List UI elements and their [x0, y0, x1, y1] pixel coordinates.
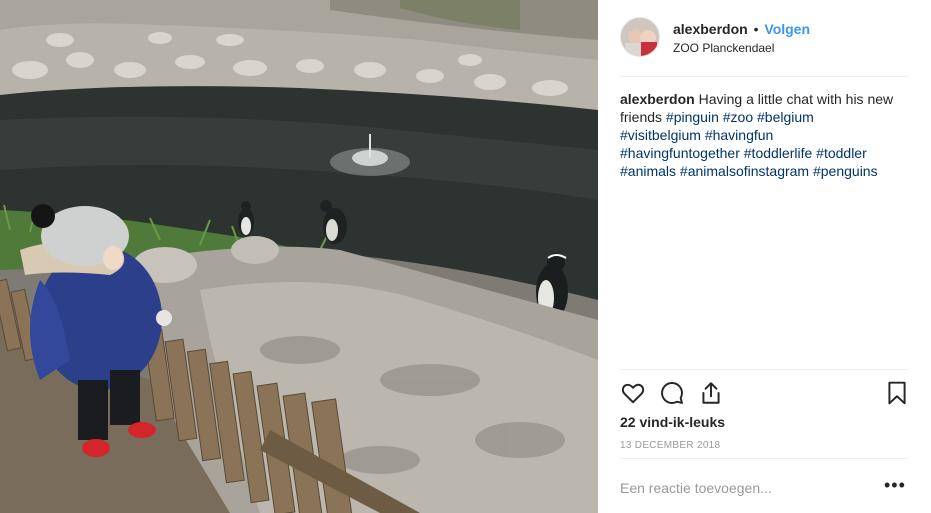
hashtag-link[interactable]: #belgium [757, 109, 814, 125]
hashtag-link[interactable]: #animalsofinstagram [680, 163, 809, 179]
hashtag-link[interactable]: #toddler [816, 145, 867, 161]
post-caption: alexberdon Having a little chat with his… [620, 90, 912, 180]
hashtag-link[interactable]: #zoo [723, 109, 753, 125]
post-header: alexberdon • Volgen ZOO Planckendael [620, 17, 908, 77]
comment-icon[interactable] [659, 380, 685, 406]
hashtag-link[interactable]: #havingfun [705, 127, 774, 143]
avatar[interactable] [620, 17, 660, 57]
more-options-button[interactable]: ••• [884, 476, 906, 494]
hashtag-link[interactable]: #pinguin [666, 109, 719, 125]
hashtag-link[interactable]: #visitbelgium [620, 127, 701, 143]
comment-input[interactable]: Een reactie toevoegen... [620, 480, 850, 496]
follow-button[interactable]: Volgen [764, 21, 810, 37]
bookmark-icon[interactable] [884, 380, 910, 406]
post-date: 13 DECEMBER 2018 [620, 440, 721, 451]
post-sidebar: alexberdon • Volgen ZOO Planckendael ale… [598, 0, 931, 513]
hashtag-link[interactable]: #penguins [813, 163, 878, 179]
location-link[interactable]: ZOO Planckendael [673, 41, 774, 55]
divider [620, 76, 908, 77]
post-photo[interactable] [0, 0, 598, 513]
heart-icon[interactable] [620, 380, 646, 406]
caption-username[interactable]: alexberdon [620, 91, 695, 107]
username-row: alexberdon • Volgen [673, 21, 810, 37]
separator-dot: • [753, 21, 759, 37]
photo-illustration [0, 0, 598, 513]
share-icon[interactable] [698, 380, 724, 406]
hashtag-link[interactable]: #toddlerlife [744, 145, 813, 161]
divider [620, 458, 908, 459]
username[interactable]: alexberdon [673, 21, 748, 37]
action-bar [620, 380, 910, 406]
hashtag-link[interactable]: #animals [620, 163, 676, 179]
like-count[interactable]: 22 vind-ik-leuks [620, 414, 725, 430]
divider [620, 369, 908, 370]
hashtag-link[interactable]: #havingfuntogether [620, 145, 740, 161]
